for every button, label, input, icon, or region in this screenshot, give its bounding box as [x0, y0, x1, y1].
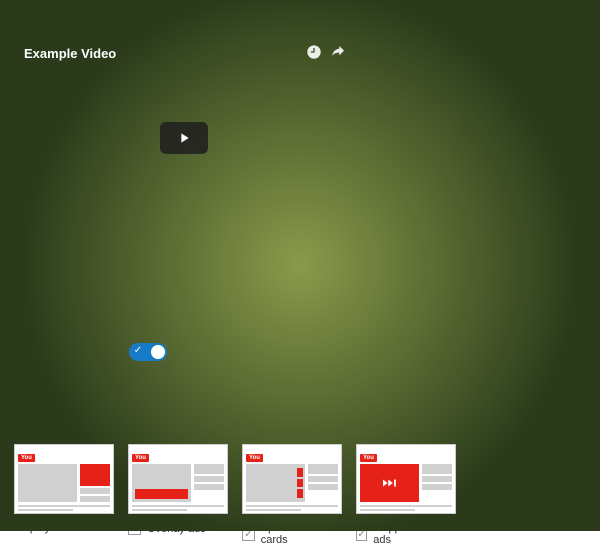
ad-format-sponsored-card[interactable]: You: [242, 444, 342, 514]
check-icon: ✓: [134, 345, 142, 356]
share-icon[interactable]: [330, 44, 346, 63]
play-button[interactable]: [160, 122, 208, 154]
watch-later-icon[interactable]: [306, 44, 322, 63]
toggle-knob: [151, 345, 165, 359]
monetize-toggle[interactable]: ✓: [129, 343, 167, 361]
ad-format-display-card[interactable]: You: [14, 444, 114, 514]
player-video-title: Example Video: [24, 46, 116, 61]
thumbnail-option-3[interactable]: [364, 150, 454, 200]
ad-format-overlay-card[interactable]: You: [128, 444, 228, 514]
ad-format-skippable-card[interactable]: You: [356, 444, 456, 514]
